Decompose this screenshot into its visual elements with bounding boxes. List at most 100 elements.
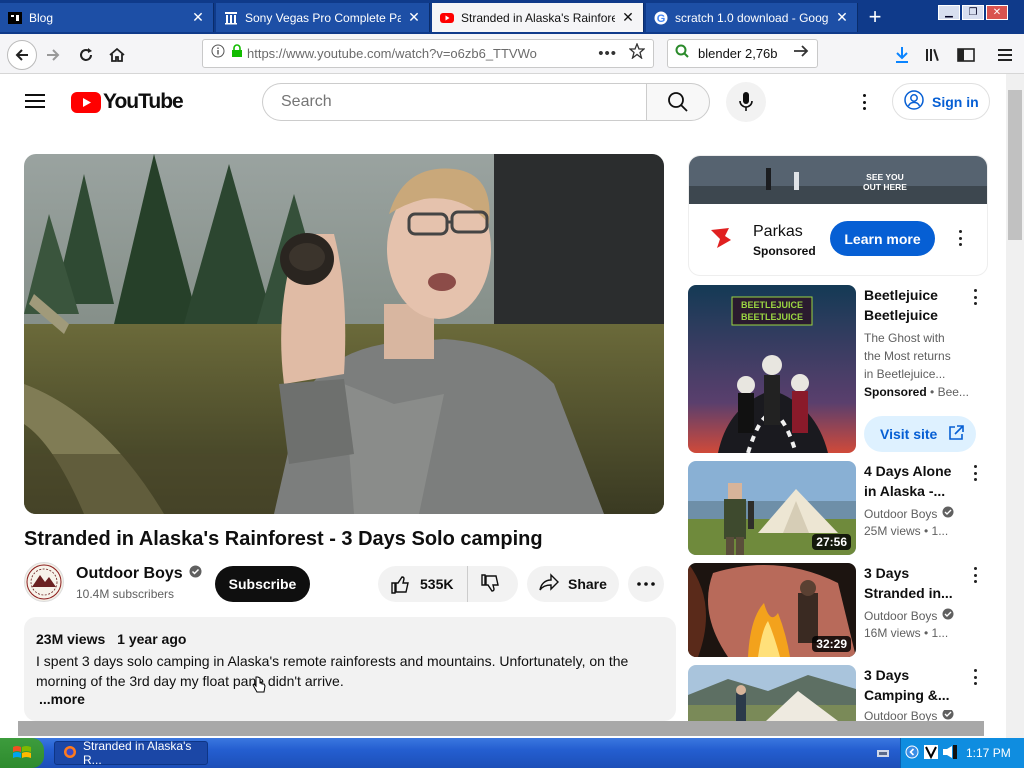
reload-button[interactable] <box>73 42 99 68</box>
promo-menu-icon[interactable] <box>968 287 982 307</box>
recommendation-menu-icon[interactable] <box>968 667 982 687</box>
tray-network-icon[interactable] <box>876 746 890 764</box>
recommendation-channel[interactable]: Outdoor Boys <box>864 710 954 721</box>
windows-logo-icon <box>13 746 31 758</box>
tab-sony-vegas[interactable]: Sony Vegas Pro Complete Pack ✕ <box>216 3 430 32</box>
parkas-logo-icon <box>707 226 735 255</box>
learn-more-button[interactable]: Learn more <box>830 221 935 256</box>
share-button[interactable]: Share <box>527 566 619 602</box>
sign-in-button[interactable]: Sign in <box>892 83 990 120</box>
show-more-link[interactable]: ...more <box>39 691 85 707</box>
vertical-scroll-thumb[interactable] <box>1008 90 1022 240</box>
ad-menu-icon[interactable] <box>953 228 967 248</box>
channel-name-link[interactable]: Outdoor Boys <box>76 565 202 583</box>
horizontal-scroll-thumb[interactable] <box>18 721 984 736</box>
back-button[interactable] <box>7 40 37 70</box>
taskbar-firefox-window[interactable]: Stranded in Alaska's R... <box>54 739 208 767</box>
browser-search-field[interactable]: blender 2,76b <box>667 39 818 68</box>
library-icon[interactable] <box>921 42 947 68</box>
like-button[interactable]: 535K <box>378 566 469 602</box>
promo-sponsored: Sponsored <box>864 385 927 399</box>
ad-card[interactable]: SEE YOU OUT HERE <box>688 155 988 276</box>
close-tab-icon[interactable]: ✕ <box>407 9 421 26</box>
blog-icon <box>8 11 22 25</box>
search-input[interactable] <box>279 92 623 112</box>
close-tab-icon[interactable]: ✕ <box>191 9 205 26</box>
account-icon <box>904 90 924 113</box>
tab-google[interactable]: G scratch 1.0 download - Google S ✕ <box>646 3 858 32</box>
address-bar[interactable]: https://www.youtube.com/watch?v=o6zb6_TT… <box>202 39 654 68</box>
recommendation-meta: 16M views • 1... <box>864 626 949 640</box>
start-button[interactable] <box>0 738 44 768</box>
downloads-icon[interactable] <box>889 42 915 68</box>
search-engine-icon[interactable] <box>674 43 690 64</box>
info-icon[interactable] <box>211 44 225 63</box>
subscribe-button[interactable]: Subscribe <box>215 566 310 602</box>
svg-text:G: G <box>657 13 666 25</box>
search-button[interactable] <box>646 83 710 121</box>
youtube-logo[interactable]: YouTube <box>71 90 184 114</box>
browser-menu-icon[interactable] <box>992 42 1018 68</box>
recommendation-title[interactable]: 3 Days Stranded in... <box>864 563 964 603</box>
settings-more-icon[interactable] <box>860 92 868 112</box>
channel-name: Outdoor Boys <box>76 565 183 582</box>
search-go-icon[interactable] <box>793 44 809 63</box>
recommendation-menu-icon[interactable] <box>968 463 982 483</box>
home-button[interactable] <box>104 42 130 68</box>
home-icon <box>109 47 125 62</box>
page-actions-icon[interactable]: ••• <box>598 45 617 62</box>
channel-avatar[interactable] <box>24 562 64 602</box>
restore-button[interactable]: ❐ <box>962 5 984 20</box>
visit-site-button[interactable]: Visit site <box>864 416 976 452</box>
tab-youtube-active[interactable]: Stranded in Alaska's Rainforest ✕ <box>432 3 644 32</box>
youtube-logo-text: YouTube <box>103 90 184 113</box>
bookmark-star-icon[interactable] <box>628 42 646 64</box>
recommendation-thumbnail[interactable]: 27:56 <box>688 461 856 555</box>
recommendation-title[interactable]: 3 Days Camping &... <box>864 665 964 705</box>
voice-search-button[interactable] <box>726 82 766 122</box>
dislike-button[interactable] <box>468 566 512 602</box>
video-player[interactable] <box>24 154 664 514</box>
more-actions-button[interactable] <box>628 566 664 602</box>
verified-badge-icon <box>189 565 202 583</box>
promo-thumbnail[interactable]: BEETLEJUICE BEETLEJUICE <box>688 285 856 453</box>
promo-advertiser: Bee... <box>937 385 969 399</box>
tray-volume-icon[interactable] <box>942 745 958 764</box>
url-text[interactable]: https://www.youtube.com/watch?v=o6zb6_TT… <box>247 46 598 61</box>
archive-icon <box>224 11 238 25</box>
minimize-button[interactable]: ▁ <box>938 5 960 20</box>
recommendation-thumbnail[interactable] <box>688 665 856 721</box>
youtube-play-icon <box>71 91 101 113</box>
tray-expand-icon[interactable] <box>905 745 919 764</box>
forward-button[interactable] <box>40 42 66 68</box>
video-title: Stranded in Alaska's Rainforest - 3 Days… <box>24 528 543 550</box>
share-label: Share <box>568 576 607 592</box>
recommendation-channel-name: Outdoor Boys <box>864 710 938 721</box>
share-icon <box>538 572 560 596</box>
recommendation-menu-icon[interactable] <box>968 565 982 585</box>
youtube-search-box[interactable] <box>262 83 647 121</box>
browser-search-value[interactable]: blender 2,76b <box>698 46 793 61</box>
recommendation-channel-name: Outdoor Boys <box>864 506 938 521</box>
recommendation-thumbnail[interactable]: 32:29 <box>688 563 856 657</box>
youtube-icon <box>440 11 454 25</box>
like-count: 535K <box>420 576 454 592</box>
recommendation-channel[interactable]: Outdoor Boys <box>864 506 954 521</box>
tray-app-icon[interactable] <box>924 745 938 764</box>
tab-blog[interactable]: Blog ✕ <box>0 3 214 32</box>
recommendation-channel[interactable]: Outdoor Boys <box>864 608 954 623</box>
hamburger-menu-icon[interactable] <box>24 92 48 112</box>
recommendation-meta: 25M views • 1... <box>864 524 949 538</box>
promo-title[interactable]: Beetlejuice Beetlejuice <box>864 285 964 325</box>
close-window-button[interactable]: ✕ <box>986 5 1008 20</box>
new-tab-button[interactable]: + <box>862 4 888 30</box>
forward-arrow-icon <box>47 49 60 61</box>
close-tab-icon[interactable]: ✕ <box>621 9 635 26</box>
sidebar-toggle-icon[interactable] <box>953 42 979 68</box>
back-arrow-icon <box>15 49 28 61</box>
ad-banner-line2: OUT HERE <box>863 182 907 192</box>
thumbs-up-icon <box>391 576 409 594</box>
recommendation-title[interactable]: 4 Days Alone in Alaska -... <box>864 461 964 501</box>
tab-label: Sony Vegas Pro Complete Pack <box>245 10 401 25</box>
close-tab-icon[interactable]: ✕ <box>835 9 849 26</box>
